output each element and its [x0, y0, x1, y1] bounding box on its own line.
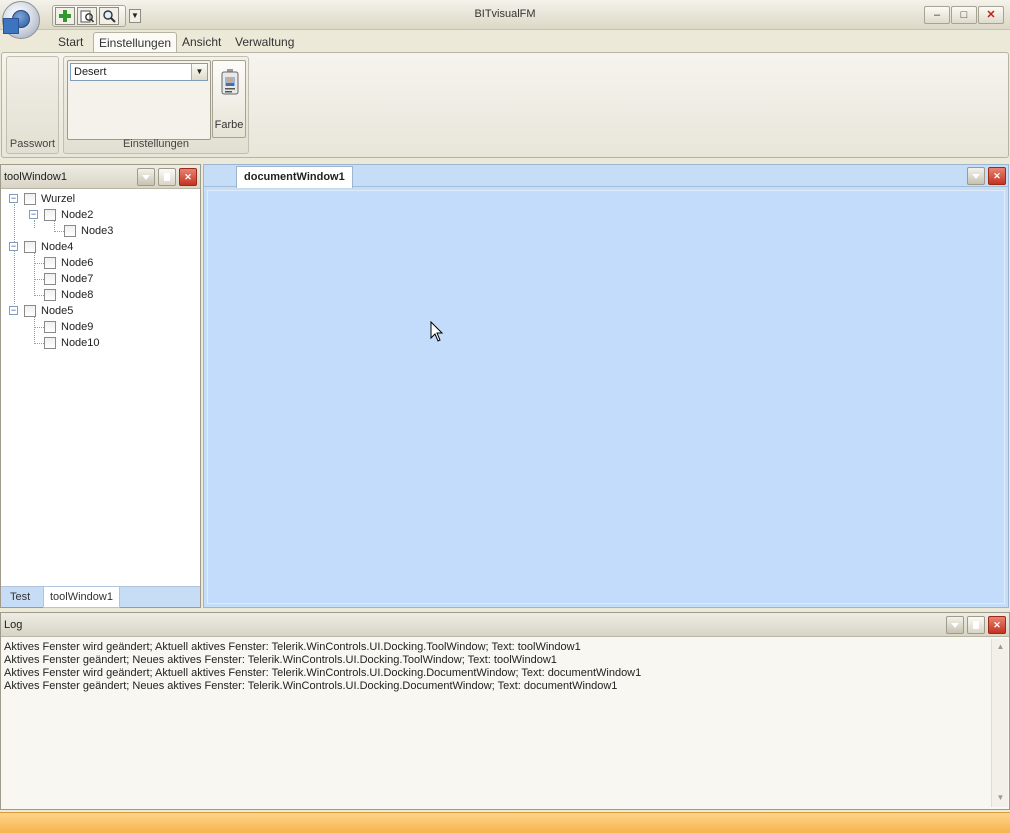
group-einstellungen: Desert ▼ Farbe Einstellungen: [63, 56, 249, 154]
tree-connector: [34, 343, 44, 344]
ribbon-tab-strip: Start Einstellungen Ansicht Verwaltung: [0, 30, 1010, 53]
log-close-button[interactable]: ✕: [988, 616, 1006, 634]
checkbox[interactable]: [44, 289, 56, 301]
tab-toolwindow1[interactable]: toolWindow1: [43, 587, 120, 608]
pin-button[interactable]: [158, 168, 176, 186]
checkbox[interactable]: [24, 193, 36, 205]
tree-node-label: Node8: [61, 289, 94, 301]
tree-node-label: Wurzel: [41, 193, 76, 205]
application-menu-button[interactable]: [2, 1, 40, 39]
group-passwort-label: Passwort: [9, 138, 56, 150]
tree-node-node8[interactable]: Node8: [44, 287, 93, 303]
tree-connector: [34, 220, 35, 228]
tree-node-node4[interactable]: Node4: [24, 239, 73, 255]
tree-node-label: Node10: [61, 337, 100, 349]
farbe-button[interactable]: Farbe: [212, 60, 246, 138]
checkbox[interactable]: [24, 241, 36, 253]
ribbon-panel: Passwort Desert ▼ Farbe Einstellungen: [1, 52, 1009, 158]
log-window: Log ✕ Aktives Fenster wird geändert; Akt…: [0, 612, 1010, 810]
tree-connector: [14, 204, 15, 304]
checkbox[interactable]: [44, 257, 56, 269]
tree-connector: [54, 231, 64, 232]
theme-panel: Desert ▼: [67, 60, 211, 140]
tool-window-tab-strip: Test toolWindow1: [1, 586, 200, 608]
tree-node-label: Node2: [61, 209, 94, 221]
tab-test[interactable]: Test: [4, 587, 36, 608]
log-scrollbar[interactable]: ▲ ▼: [991, 639, 1008, 807]
tree-node-node5[interactable]: Node5: [24, 303, 73, 319]
window-title: BITvisualFM: [474, 8, 536, 20]
log-window-caption: Log ✕: [1, 613, 1009, 637]
log-text-area[interactable]: Aktives Fenster wird geändert; Aktuell a…: [4, 641, 988, 693]
log-line: Aktives Fenster wird geändert; Aktuell a…: [4, 641, 581, 653]
checkbox[interactable]: [64, 225, 76, 237]
checkbox[interactable]: [44, 337, 56, 349]
status-bar: [0, 812, 1010, 833]
tree-collapse-icon[interactable]: −: [9, 194, 18, 203]
group-einstellungen-label: Einstellungen: [122, 138, 190, 150]
farbe-label: Farbe: [214, 119, 244, 131]
log-pin-button[interactable]: [967, 616, 985, 634]
close-button[interactable]: ✕: [978, 6, 1004, 24]
log-menu-button[interactable]: [946, 616, 964, 634]
tree-node-node9[interactable]: Node9: [44, 319, 93, 335]
checkbox[interactable]: [24, 305, 36, 317]
tree-connector: [34, 252, 35, 296]
tool-window-caption: toolWindow1 ✕: [1, 165, 200, 189]
document-window: documentWindow1 ✕: [203, 164, 1009, 608]
tree-connector: [34, 327, 44, 328]
document-content-area[interactable]: [207, 190, 1005, 604]
chevron-down-icon[interactable]: ▼: [191, 64, 207, 80]
tab-verwaltung[interactable]: Verwaltung: [230, 32, 299, 53]
tree-node-node2[interactable]: Node2: [44, 207, 93, 223]
tool-window: toolWindow1 ✕ − Wurzel − Node2 Node3 − N…: [0, 164, 201, 608]
tree-node-label: Node7: [61, 273, 94, 285]
tree-connector: [34, 316, 35, 344]
tab-documentwindow1[interactable]: documentWindow1: [236, 166, 353, 188]
app-badge-icon: [3, 18, 19, 34]
tree-node-label: Node9: [61, 321, 94, 333]
title-bar: ▼ BITvisualFM – □ ✕: [0, 0, 1010, 39]
tree-node-label: Node3: [81, 225, 114, 237]
tab-ansicht[interactable]: Ansicht: [177, 32, 226, 53]
color-theme-icon: [221, 69, 239, 95]
tree-collapse-icon[interactable]: −: [9, 306, 18, 315]
scroll-up-icon[interactable]: ▲: [995, 642, 1006, 653]
tree-connector: [34, 263, 44, 264]
log-window-title: Log: [4, 619, 23, 631]
theme-dropdown-value: Desert: [74, 66, 107, 78]
tree-node-node6[interactable]: Node6: [44, 255, 93, 271]
checkbox[interactable]: [44, 209, 56, 221]
tree-node-label: Node5: [41, 305, 74, 317]
tree-connector: [34, 279, 44, 280]
group-passwort: Passwort: [6, 56, 59, 154]
close-panel-button[interactable]: ✕: [179, 168, 197, 186]
document-menu-button[interactable]: [967, 167, 985, 185]
tab-einstellungen[interactable]: Einstellungen: [93, 32, 178, 53]
tab-start[interactable]: Start: [53, 32, 88, 53]
tree-node-node10[interactable]: Node10: [44, 335, 100, 351]
log-line: Aktives Fenster wird geändert; Aktuell a…: [4, 667, 642, 679]
checkbox[interactable]: [44, 321, 56, 333]
tree-collapse-icon[interactable]: −: [9, 242, 18, 251]
tree-node-wurzel[interactable]: Wurzel: [24, 191, 75, 207]
tool-window-title: toolWindow1: [4, 171, 67, 183]
theme-dropdown[interactable]: Desert ▼: [70, 63, 208, 81]
maximize-button[interactable]: □: [951, 6, 977, 24]
tree-connector: [34, 295, 44, 296]
tree-collapse-icon[interactable]: −: [29, 210, 38, 219]
scroll-down-icon[interactable]: ▼: [995, 793, 1006, 804]
tree-node-label: Node6: [61, 257, 94, 269]
minimize-button[interactable]: –: [924, 6, 950, 24]
log-line: Aktives Fenster geändert; Neues aktives …: [4, 680, 618, 692]
close-document-button[interactable]: ✕: [988, 167, 1006, 185]
checkbox[interactable]: [44, 273, 56, 285]
window-menu-button[interactable]: [137, 168, 155, 186]
tree-node-node3[interactable]: Node3: [64, 223, 113, 239]
tree-node-label: Node4: [41, 241, 74, 253]
log-line: Aktives Fenster geändert; Neues aktives …: [4, 654, 557, 666]
mouse-cursor-icon: [430, 321, 444, 342]
document-tab-strip: documentWindow1 ✕: [204, 165, 1008, 188]
tree-node-node7[interactable]: Node7: [44, 271, 93, 287]
